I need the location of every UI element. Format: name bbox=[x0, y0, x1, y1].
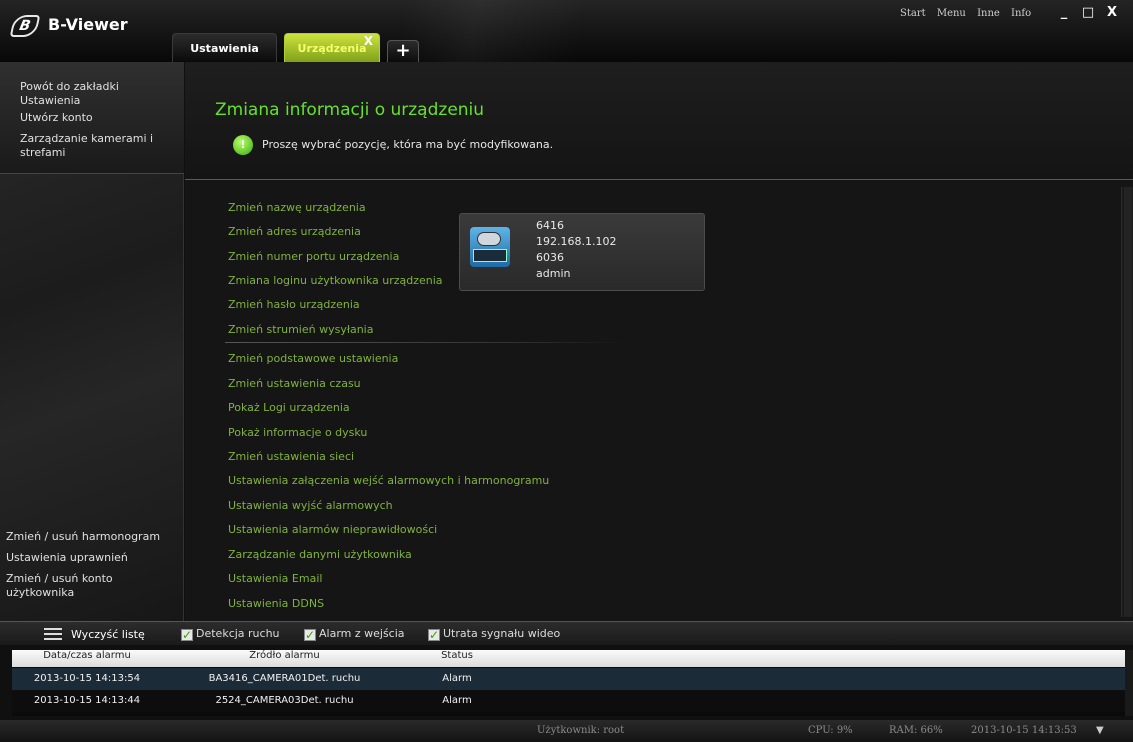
option-change-login[interactable]: Zmiana loginu użytkownika urządzenia bbox=[228, 274, 443, 287]
option-device-logs[interactable]: Pokaż Logi urządzenia bbox=[228, 401, 350, 414]
option-change-name[interactable]: Zmień nazwę urządzenia bbox=[228, 201, 366, 214]
filter-video-loss[interactable]: ✓ Utrata sygnału wideo bbox=[428, 627, 560, 641]
option-change-stream[interactable]: Zmień strumień wysyłania bbox=[228, 323, 373, 336]
alarm-toolbar: Wyczyść listę ✓ Detekcja ruchu ✓ Alarm z w… bbox=[0, 621, 1133, 645]
add-tab-button[interactable]: + bbox=[387, 40, 419, 62]
device-user: admin bbox=[536, 267, 571, 280]
tab-settings[interactable]: Ustawienia bbox=[172, 33, 277, 62]
sidebar-item-back-to-settings[interactable]: Powót do zakładki Ustawienia bbox=[20, 80, 182, 108]
hint-icon: ! bbox=[233, 135, 253, 155]
device-ip: 192.168.1.102 bbox=[536, 235, 617, 248]
option-alarm-outputs[interactable]: Ustawienia wyjść alarmowych bbox=[228, 499, 393, 512]
sidebar-item-user-account[interactable]: Zmień / usuń konto użytkownika bbox=[6, 572, 156, 600]
app-title: B-Viewer bbox=[48, 15, 128, 34]
status-bar: Użytkownik: root CPU: 9% RAM: 66% 2013-1… bbox=[0, 720, 1133, 742]
option-network-settings[interactable]: Zmień ustawienia sieci bbox=[228, 450, 354, 463]
alarm-status: Alarm bbox=[442, 695, 472, 706]
page-title: Zmiana informacji o urządzeniu bbox=[215, 100, 485, 120]
option-change-port[interactable]: Zmień numer portu urządzenia bbox=[228, 250, 399, 263]
divider bbox=[225, 342, 625, 343]
main-scrollbar[interactable] bbox=[1121, 187, 1133, 617]
option-disk-info[interactable]: Pokaż informacje o dysku bbox=[228, 426, 367, 439]
filter-alarm-input[interactable]: ✓ Alarm z wejścia bbox=[304, 627, 405, 641]
alarm-status: Alarm bbox=[442, 673, 472, 684]
scroll-thumb[interactable] bbox=[1124, 187, 1132, 617]
sidebar-item-create-account[interactable]: Utwórz konto bbox=[20, 111, 182, 125]
menu-menu[interactable]: Menu bbox=[937, 8, 966, 19]
device-info-card: 6416 192.168.1.102 6036 admin bbox=[459, 213, 705, 291]
table-row[interactable]: 2013-10-15 14:13:44 2524_CAMERA03Det. ru… bbox=[12, 690, 1125, 712]
option-abnormal-alarms[interactable]: Ustawienia alarmów nieprawidłowości bbox=[228, 523, 437, 536]
status-cpu: CPU: 9% bbox=[808, 725, 853, 736]
checkbox-checked-icon[interactable]: ✓ bbox=[304, 629, 316, 641]
checkbox-checked-icon[interactable]: ✓ bbox=[181, 629, 193, 641]
checkbox-checked-icon[interactable]: ✓ bbox=[428, 629, 440, 641]
status-datetime: 2013-10-15 14:13:53 bbox=[971, 725, 1077, 736]
tab-close-icon[interactable]: X bbox=[364, 27, 373, 56]
option-alarm-inputs[interactable]: Ustawienia załączenia wejść alarmowych i… bbox=[228, 474, 549, 487]
menu-inne[interactable]: Inne bbox=[977, 8, 1000, 19]
device-port: 6036 bbox=[536, 251, 564, 264]
maximize-icon[interactable]: □ bbox=[1076, 5, 1100, 20]
alarm-scrollbar[interactable] bbox=[1125, 650, 1133, 716]
option-change-password[interactable]: Zmień hasło urządzenia bbox=[228, 298, 360, 311]
title-bar: B B-Viewer Ustawienia Urządzenia X + Sta… bbox=[0, 0, 1133, 62]
tab-label: Urządzenia bbox=[297, 42, 367, 55]
filter-label: Alarm z wejścia bbox=[319, 627, 405, 640]
hint-text: Proszę wybrać pozycję, która ma być mody… bbox=[262, 138, 554, 151]
sidebar: Powót do zakładki Ustawienia Utwórz kont… bbox=[0, 62, 184, 621]
option-time-settings[interactable]: Zmień ustawienia czasu bbox=[228, 377, 361, 390]
option-ddns[interactable]: Ustawienia DDNS bbox=[228, 597, 324, 610]
column-header-time[interactable]: Data/czas alarmu bbox=[12, 650, 162, 661]
clear-list-button[interactable]: Wyczyść listę bbox=[71, 628, 145, 641]
sidebar-item-permissions[interactable]: Ustawienia uprawnień bbox=[6, 551, 168, 565]
list-clear-icon[interactable] bbox=[44, 628, 62, 640]
app-window: B B-Viewer Ustawienia Urządzenia X + Sta… bbox=[0, 0, 1133, 742]
chevron-down-icon[interactable]: ▼ bbox=[1096, 720, 1104, 742]
option-basic-settings[interactable]: Zmień podstawowe ustawienia bbox=[228, 352, 398, 365]
device-name: 6416 bbox=[536, 219, 564, 232]
main-panel: Zmiana informacji o urządzeniu ! Proszę … bbox=[185, 62, 1133, 621]
filter-label: Utrata sygnału wideo bbox=[443, 627, 561, 640]
option-change-address[interactable]: Zmień adres urządzenia bbox=[228, 225, 361, 238]
close-icon[interactable]: X bbox=[1100, 5, 1124, 20]
tab-label: Ustawienia bbox=[190, 42, 259, 55]
alarm-time: 2013-10-15 14:13:54 bbox=[33, 673, 141, 684]
table-row[interactable]: 2013-10-15 14:13:54 BA3416_CAMERA01Det. … bbox=[12, 668, 1125, 690]
window-controls: _ □ X bbox=[1052, 5, 1124, 20]
column-header-status[interactable]: Status bbox=[407, 650, 507, 661]
alarm-source: 2524_CAMERA03Det. ruchu bbox=[215, 695, 354, 706]
status-ram: RAM: 66% bbox=[889, 725, 943, 736]
column-header-source[interactable]: Źródło alarmu bbox=[162, 650, 407, 661]
dvr-camera-icon bbox=[470, 227, 510, 267]
device-details: 6416 192.168.1.102 6036 admin bbox=[536, 218, 616, 282]
menu-start[interactable]: Start bbox=[900, 8, 926, 19]
main-header: Zmiana informacji o urządzeniu ! Proszę … bbox=[185, 62, 1133, 180]
minimize-icon[interactable]: _ bbox=[1052, 5, 1076, 20]
filter-motion-detection[interactable]: ✓ Detekcja ruchu bbox=[181, 627, 280, 641]
top-menu: Start Menu Inne Info bbox=[900, 8, 1039, 19]
alarm-table: Data/czas alarmu Źródło alarmu Status 20… bbox=[12, 650, 1125, 716]
app-logo-icon: B bbox=[9, 15, 41, 37]
menu-info[interactable]: Info bbox=[1011, 8, 1031, 19]
alarm-source: BA3416_CAMERA01Det. ruchu bbox=[208, 673, 361, 684]
option-user-data[interactable]: Zarządzanie danymi użytkownika bbox=[228, 548, 412, 561]
option-email[interactable]: Ustawienia Email bbox=[228, 572, 322, 585]
alarm-time: 2013-10-15 14:13:44 bbox=[33, 695, 141, 706]
filter-label: Detekcja ruchu bbox=[196, 627, 280, 640]
table-header: Data/czas alarmu Źródło alarmu Status bbox=[12, 650, 1125, 667]
sidebar-item-camera-management[interactable]: Zarządzanie kamerami i strefami bbox=[20, 132, 170, 160]
sidebar-item-schedule[interactable]: Zmień / usuń harmonogram bbox=[6, 530, 168, 544]
tab-devices[interactable]: Urządzenia X bbox=[284, 33, 380, 62]
status-user: Użytkownik: root bbox=[537, 725, 625, 736]
